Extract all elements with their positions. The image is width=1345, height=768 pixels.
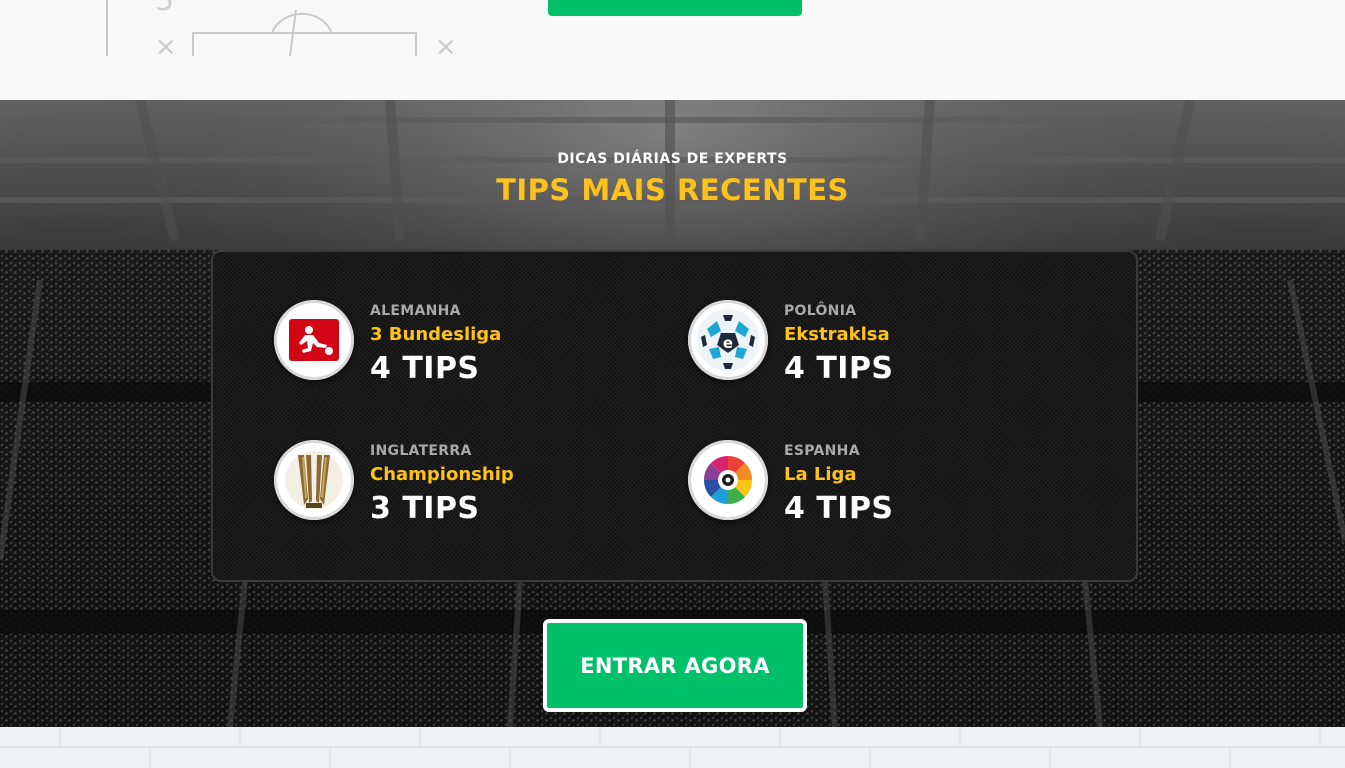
league-tips-count: 4 TIPS xyxy=(784,491,894,526)
section-kicker: DICAS DIÁRIAS DE EXPERTS xyxy=(557,151,788,167)
championship-trophy-icon xyxy=(274,440,354,520)
league-tips-count: 4 TIPS xyxy=(370,351,480,386)
laliga-logo-icon xyxy=(688,440,768,520)
league-item-laliga[interactable]: ESPANHA La Liga 4 TIPS xyxy=(688,440,1048,540)
league-country: ESPANHA xyxy=(784,443,860,459)
enter-now-button[interactable]: ENTRAR AGORA xyxy=(543,619,807,712)
league-item-bundesliga[interactable]: ALEMANHA 3 Bundesliga 4 TIPS xyxy=(274,300,634,400)
league-name[interactable]: Ekstraklsa xyxy=(784,324,890,345)
league-name[interactable]: La Liga xyxy=(784,464,857,485)
tips-card: ALEMANHA 3 Bundesliga 4 TIPS e POLÔNIA E… xyxy=(211,250,1138,582)
board-mark-cross-right: × xyxy=(435,32,457,56)
bundesliga-logo-icon xyxy=(274,300,354,380)
tactics-board-illustration: 5 × × xyxy=(106,0,457,56)
latest-tips-section: DICAS DIÁRIAS DE EXPERTS TIPS MAIS RECEN… xyxy=(0,100,1345,727)
brick-wall-texture xyxy=(0,727,1345,768)
ekstraklasa-logo-icon: e xyxy=(688,300,768,380)
league-item-championship[interactable]: INGLATERRA Championship 3 TIPS xyxy=(274,440,634,540)
league-country: INGLATERRA xyxy=(370,443,472,459)
section-title: TIPS MAIS RECENTES xyxy=(496,173,849,207)
league-tips-count: 3 TIPS xyxy=(370,491,480,526)
previous-section: 5 × × xyxy=(0,0,1345,100)
league-tips-count: 4 TIPS xyxy=(784,351,894,386)
league-country: POLÔNIA xyxy=(784,303,857,319)
svg-text:e: e xyxy=(723,334,733,352)
next-section xyxy=(0,727,1345,768)
previous-cta-button[interactable] xyxy=(548,0,802,16)
league-country: ALEMANHA xyxy=(370,303,461,319)
league-item-ekstraklasa[interactable]: e POLÔNIA Ekstraklsa 4 TIPS xyxy=(688,300,1048,400)
board-mark-cross: × xyxy=(155,32,177,56)
league-name[interactable]: 3 Bundesliga xyxy=(370,324,501,345)
board-mark-five: 5 xyxy=(155,0,174,18)
league-name[interactable]: Championship xyxy=(370,464,514,485)
